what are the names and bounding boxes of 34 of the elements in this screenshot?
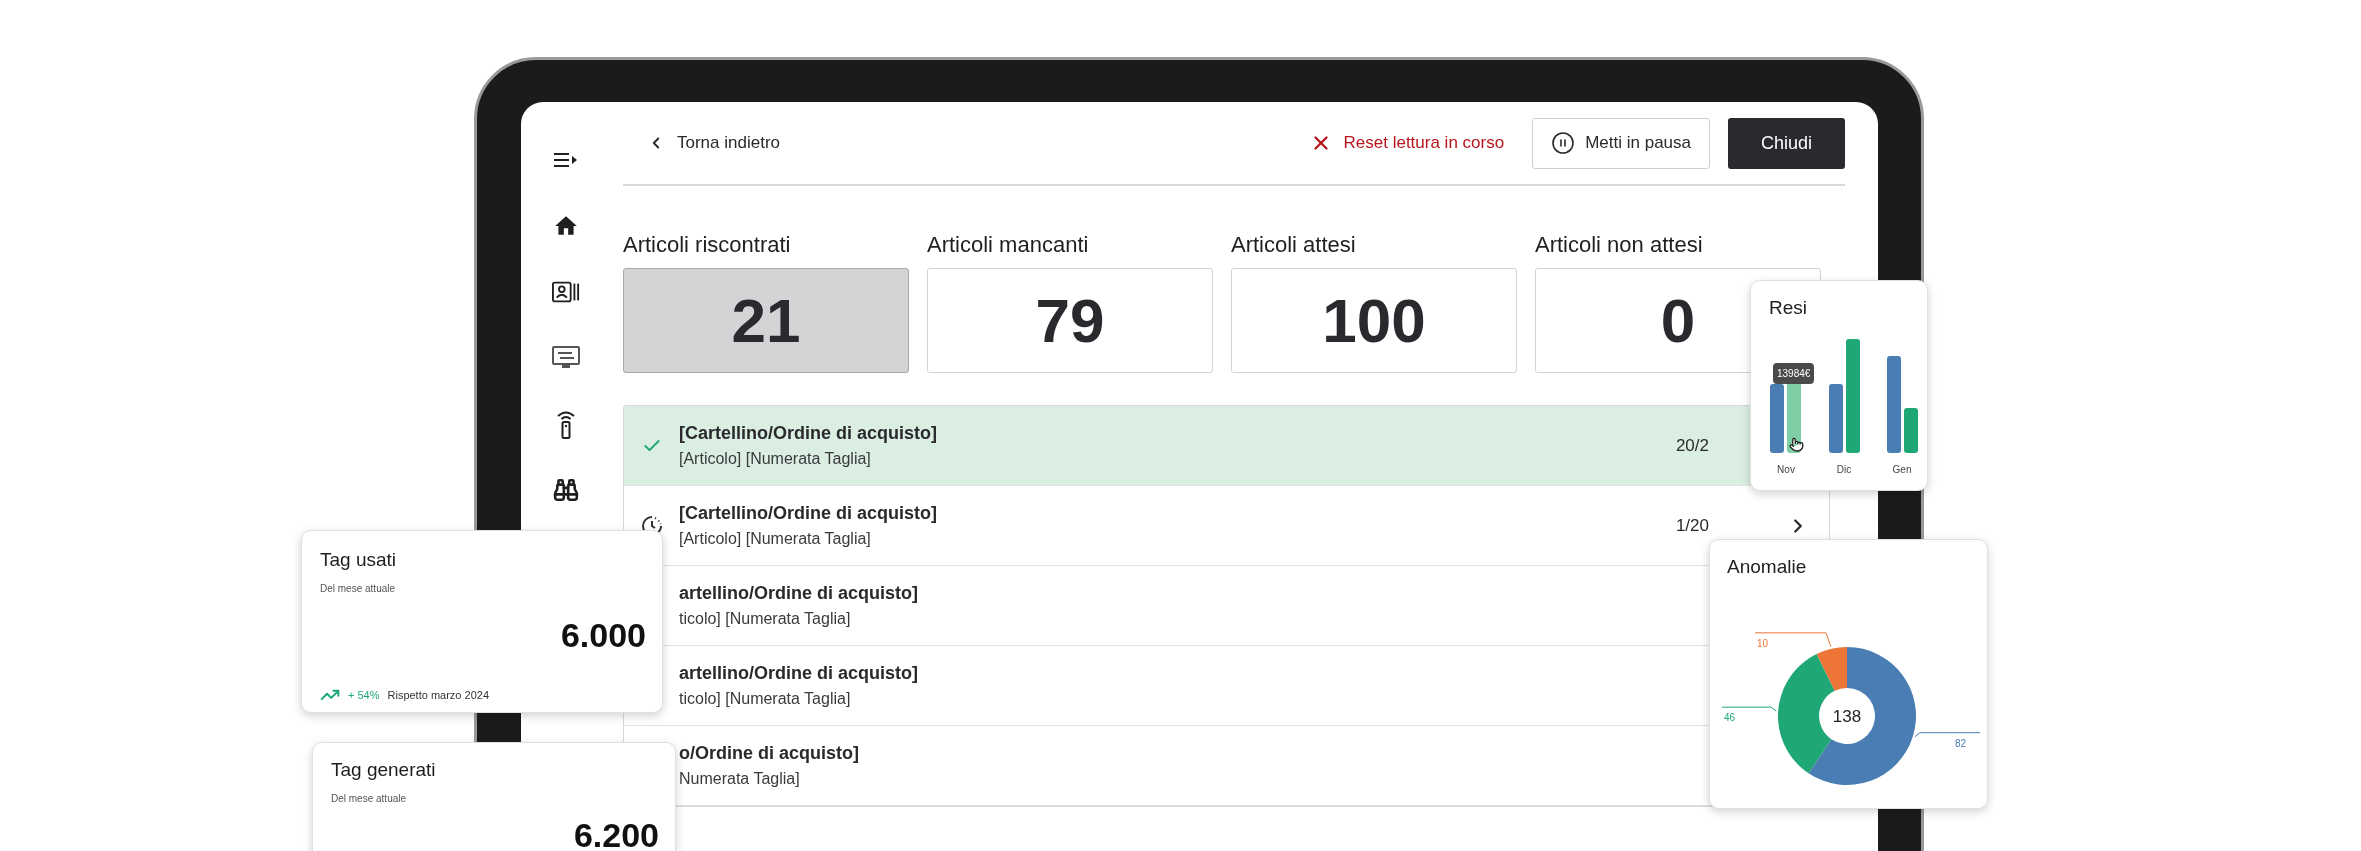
trend-text: Rispetto marzo 2024 <box>387 689 489 701</box>
stat-label: Articoli mancanti <box>927 232 1090 258</box>
data-label: 10 <box>1757 637 1769 649</box>
row-title: artellino/Ordine di acquisto] <box>679 583 920 604</box>
row-count: 1/20 <box>1674 515 1709 536</box>
row-subtitle: ticolo] [Numerata Taglia] <box>679 690 852 708</box>
stat-label: Articoli attesi <box>1231 232 1357 258</box>
card-title: Resi <box>1769 297 1807 319</box>
axis-label: Gen <box>1892 464 1912 475</box>
data-label: 46 <box>1724 712 1736 724</box>
card-title: Anomalie <box>1727 556 1807 578</box>
card-title: Tag usati <box>320 549 398 571</box>
row-title: [Cartellino/Ordine di acquisto] <box>679 503 939 524</box>
stat-label: Articoli non attesi <box>1535 232 1704 258</box>
row-count: 20/2 <box>1674 435 1709 456</box>
axis-label: Dic <box>1836 464 1852 475</box>
card-subtitle: Del mese attuale <box>331 793 408 804</box>
card-subtitle: Del mese attuale <box>320 583 397 594</box>
row-subtitle: ticolo] [Numerata Taglia] <box>679 610 852 628</box>
row-subtitle: [Articolo] [Numerata Taglia] <box>679 530 872 548</box>
row-subtitle: [Articolo] [Numerata Taglia] <box>679 450 872 468</box>
data-label: 82 <box>1954 737 1966 749</box>
chart-tooltip: 13984€ <box>1773 363 1815 384</box>
card-value: 6.200 <box>572 816 659 851</box>
card-title: Tag generati <box>331 759 437 781</box>
row-title: o/Ordine di acquisto] <box>679 743 860 764</box>
axis-label: Nov <box>1777 464 1795 475</box>
trend-percent: + 54% <box>348 689 380 701</box>
row-title: artellino/Ordine di acquisto] <box>679 663 920 684</box>
row-title: [Cartellino/Ordine di acquisto] <box>679 423 939 444</box>
card-value: 6.000 <box>559 616 646 655</box>
row-subtitle: Numerata Taglia] <box>679 770 801 788</box>
donut-total: 138 <box>1832 707 1862 726</box>
stat-label: Articoli riscontrati <box>623 232 792 258</box>
